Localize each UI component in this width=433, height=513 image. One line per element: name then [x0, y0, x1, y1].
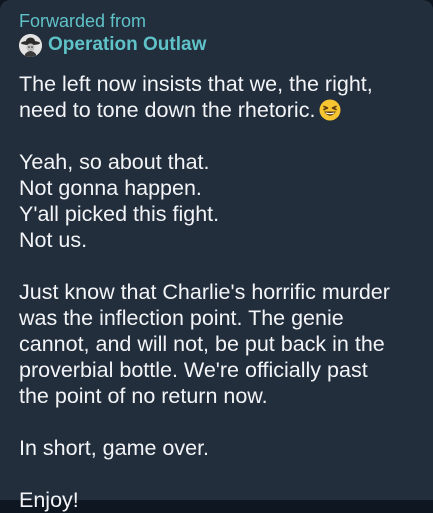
cowboy-avatar-icon[interactable] — [19, 33, 42, 57]
source-channel-name[interactable]: Operation Outlaw — [48, 33, 206, 57]
message-line: cannot, and will not, be put back in the — [19, 332, 385, 356]
message-line: need to tone down the rhetoric. — [19, 97, 413, 123]
message-line: Not gonna happen. — [19, 176, 202, 200]
message-line: Enjoy! — [19, 488, 79, 512]
message-line: Just know that Charlie's horrific murder — [19, 280, 390, 304]
message-line: Y'all picked this fight. — [19, 202, 220, 226]
message-line: proverbial bottle. We're officially past — [19, 358, 368, 382]
laughing-squint-emoji-icon — [319, 99, 341, 121]
message-line: Yeah, so about that. — [19, 150, 210, 174]
message-line: Not us. — [19, 228, 88, 252]
forwarded-source-link[interactable]: Operation Outlaw — [19, 33, 413, 57]
message-bubble[interactable]: Forwarded from Operation Outlaw The left… — [0, 0, 433, 512]
message-line: The left now insists that we, the right, — [19, 72, 373, 96]
message-line: In short, game over. — [19, 436, 210, 460]
message-line: the point of no return now. — [19, 384, 268, 408]
message-text: The left now insists that we, the right,… — [19, 71, 413, 513]
forwarded-from-label: Forwarded from — [19, 11, 147, 31]
message-line: was the inflection point. The genie — [19, 306, 344, 330]
